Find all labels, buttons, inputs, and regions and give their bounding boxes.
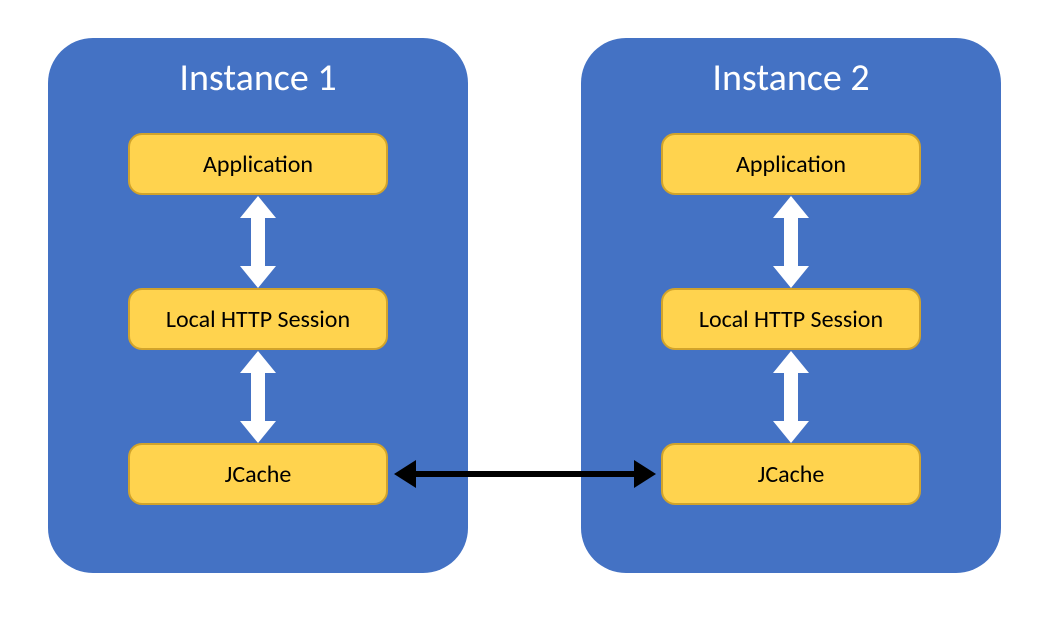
instance-2-application-box: Application [661, 133, 921, 195]
instance-2-jcache-label: JCache [758, 460, 825, 489]
instance-2-jcache-box: JCache [661, 443, 921, 505]
instance-2-session-box: Local HTTP Session [661, 288, 921, 350]
instance-1-jcache-label: JCache [225, 460, 292, 489]
instance-2-session-label: Local HTTP Session [699, 305, 883, 334]
instance-1-jcache-box: JCache [128, 443, 388, 505]
instance-2: Instance 2 Application Local HTTP Sessio… [581, 38, 1001, 573]
instance-1-application-label: Application [203, 150, 313, 179]
instance-1-session-label: Local HTTP Session [166, 305, 350, 334]
instance-1-title: Instance 1 [48, 58, 468, 100]
instance-2-application-label: Application [736, 150, 846, 179]
instance-1-application-box: Application [128, 133, 388, 195]
instance-1-session-box: Local HTTP Session [128, 288, 388, 350]
instance-1: Instance 1 Application Local HTTP Sessio… [48, 38, 468, 573]
instance-2-title: Instance 2 [581, 58, 1001, 100]
